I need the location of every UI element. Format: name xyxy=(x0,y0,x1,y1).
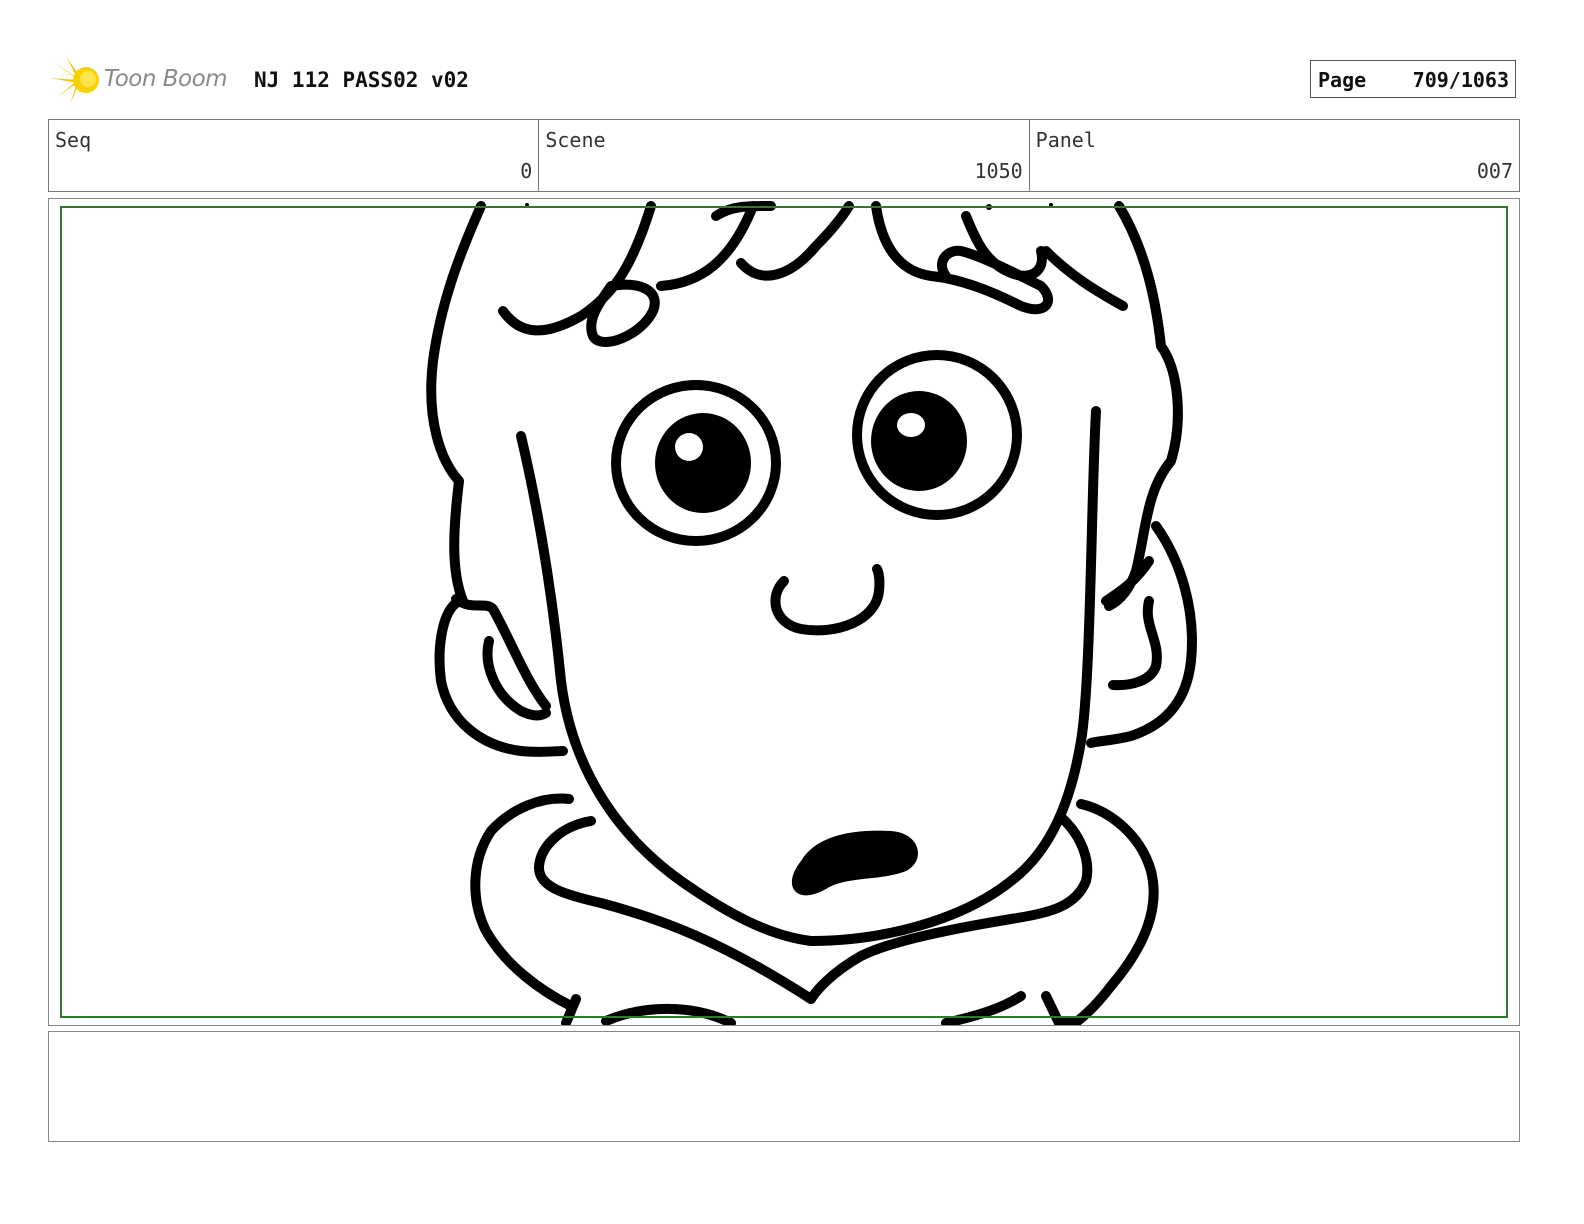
pupil-left xyxy=(655,413,751,513)
hood-left-inner xyxy=(534,816,816,1004)
document-title: NJ 112 PASS02 v02 xyxy=(254,68,469,92)
shirt-bottom-mark xyxy=(1041,991,1081,1025)
seq-cell: Seq 0 xyxy=(49,120,540,191)
seq-label: Seq xyxy=(55,128,92,152)
page-label: Page xyxy=(1318,68,1367,92)
scene-value: 1050 xyxy=(974,159,1023,183)
page-indicator: Page 709/1063 xyxy=(1310,60,1516,98)
hair-bangs xyxy=(498,201,656,336)
panel-label: Panel xyxy=(1035,128,1096,152)
scene-info-row: Seq 0 Scene 1050 Panel 007 xyxy=(48,119,1520,192)
starburst-icon xyxy=(50,56,99,104)
seq-value: 0 xyxy=(520,159,533,183)
ear-right-inner xyxy=(1108,596,1162,691)
hair-strand-6 xyxy=(961,211,1047,281)
scene-label: Scene xyxy=(545,128,606,152)
hair-strand-7 xyxy=(1041,246,1128,311)
hair-strand-3 xyxy=(711,201,776,221)
toon-boom-logo: Toon Boom xyxy=(48,52,238,108)
hair-strand-5 xyxy=(871,201,1053,315)
character-drawing xyxy=(426,201,1197,1025)
hair-strand-2 xyxy=(656,201,758,291)
eye-right-highlight xyxy=(897,413,925,437)
hair-strand-1 xyxy=(586,279,660,347)
mouth-smile xyxy=(770,564,885,636)
page-number: 709/1063 xyxy=(1412,68,1509,92)
pupil-right xyxy=(871,391,967,491)
shirt-bottom-right xyxy=(941,991,1026,1025)
hair-tick-2 xyxy=(986,204,992,210)
panel-cell: Panel 007 xyxy=(1030,120,1519,191)
hood-right-outer xyxy=(1066,799,1159,1025)
mouth-open xyxy=(791,830,918,896)
hair-left-outline xyxy=(426,201,486,606)
scene-cell: Scene 1050 xyxy=(539,120,1030,191)
hair-strand-4 xyxy=(736,201,854,281)
storyboard-header: Toon Boom NJ 112 PASS02 v02 Page 709/106… xyxy=(48,52,1520,108)
hair-tick-1 xyxy=(525,203,529,207)
shirt-bottom-left xyxy=(601,1003,736,1025)
logo-text: Toon Boom xyxy=(104,66,228,92)
panel-value: 007 xyxy=(1476,159,1513,183)
eye-left-highlight xyxy=(675,433,703,461)
panel-notes xyxy=(48,1031,1520,1142)
hair-tick-3 xyxy=(1049,203,1053,207)
storyboard-panel xyxy=(48,198,1520,1026)
